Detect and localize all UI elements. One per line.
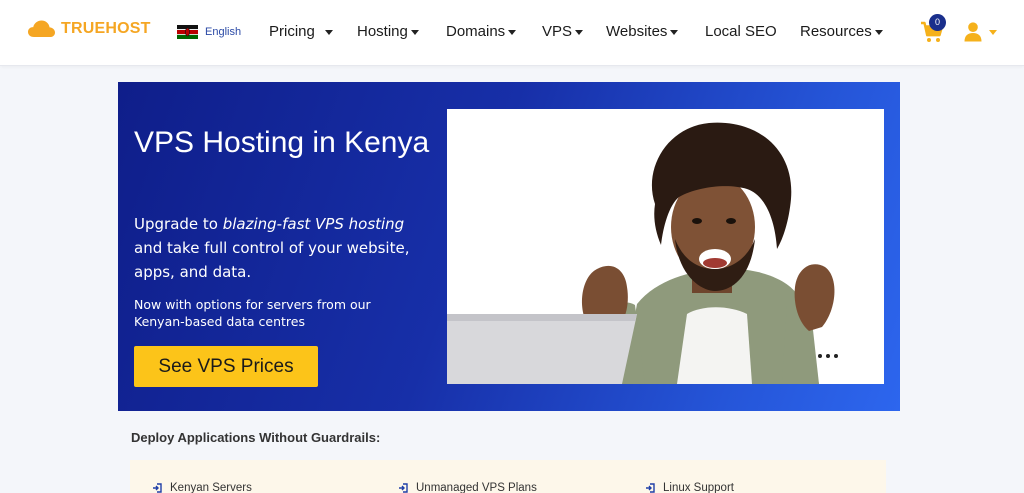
kenya-flag-icon [177,25,198,39]
chevron-down-icon [575,29,584,35]
nav-pricing[interactable]: Pricing [269,23,333,40]
nav-local-seo[interactable]: Local SEO [705,23,777,40]
hero-description-emphasis: blazing-fast VPS hosting [222,215,405,233]
hero-banner: VPS Hosting in Kenya Upgrade to blazing-… [118,82,900,411]
nav-vps[interactable]: VPS [542,23,584,40]
hero-subtext: Now with options for servers from our Ke… [134,297,371,329]
nav-websites[interactable]: Websites [606,23,679,40]
top-navbar: TRUEHOST English Pricing Hosting Domains… [0,0,1024,66]
user-icon[interactable] [964,22,982,42]
chevron-down-icon [670,29,679,35]
feature-label: Kenyan Servers [170,482,252,493]
nav-domains-label: Domains [446,23,506,40]
excited-man-illustration [447,109,884,384]
more-options-icon[interactable] [818,354,838,358]
list-item: Linux Support [645,482,734,493]
brand-name: TRUEHOST [61,20,151,37]
nav-vps-label: VPS [542,23,573,40]
chevron-down-icon[interactable] [989,30,997,35]
nav-resources-label: Resources [800,23,872,40]
cart-count-badge: 0 [929,14,946,31]
list-item: Kenyan Servers [152,482,252,493]
section-title: Deploy Applications Without Guardrails: [131,430,381,445]
sign-in-arrow-icon [153,483,162,493]
hero-description: Upgrade to blazing-fast VPS hosting and … [134,212,434,284]
chevron-down-icon [874,29,883,35]
brand-logo[interactable]: TRUEHOST [28,20,151,38]
chevron-down-icon [508,29,517,35]
nav-domains[interactable]: Domains [446,23,517,40]
hero-description-suffix: and take full control of your website, a… [134,239,410,281]
sign-in-arrow-icon [646,483,655,493]
chevron-down-icon [324,29,333,35]
hero-title: VPS Hosting in Kenya [134,126,430,159]
nav-pricing-label: Pricing [269,23,315,40]
nav-hosting[interactable]: Hosting [357,23,419,40]
nav-websites-label: Websites [606,23,668,40]
feature-label: Linux Support [663,482,734,493]
chevron-down-icon [410,29,419,35]
nav-resources[interactable]: Resources [800,23,883,40]
cloud-icon [28,20,55,38]
feature-label: Unmanaged VPS Plans [416,482,537,493]
language-selector[interactable]: English [177,25,241,39]
hero-photo [447,109,884,384]
language-label: English [205,26,242,38]
nav-hosting-label: Hosting [357,23,408,40]
hero-description-prefix: Upgrade to [134,215,223,233]
nav-local-seo-label: Local SEO [705,23,777,40]
list-item: Unmanaged VPS Plans [398,482,537,493]
see-vps-prices-button[interactable]: See VPS Prices [134,346,318,387]
features-list: Kenyan Servers Unmanaged VPS Plans Linux… [130,460,886,493]
sign-in-arrow-icon [399,483,408,493]
